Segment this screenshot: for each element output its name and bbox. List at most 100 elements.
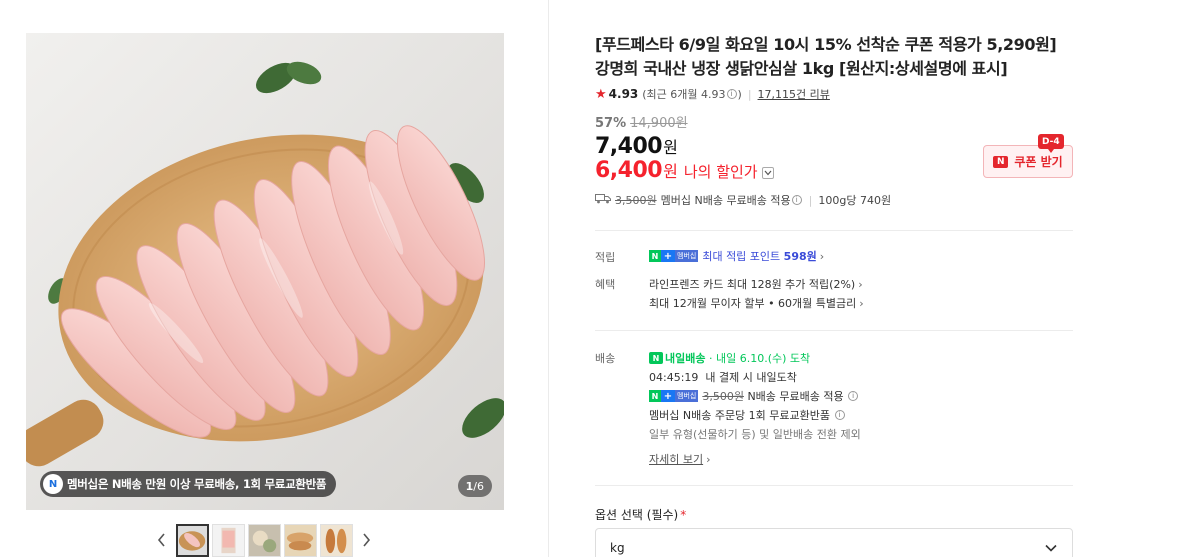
- thumbnail-image: [248, 524, 280, 556]
- points-amount: 598원: [783, 250, 817, 263]
- rating-recent-close: ): [737, 87, 742, 101]
- delivery-eta-row: N 내일배송 · 내일 6.10.(수) 도착: [649, 350, 810, 366]
- membership-promo-badge: N 멤버십은 N배송 만원 이상 무료배송, 1회 무료교환반품: [40, 471, 337, 497]
- naver-plus-logo-icon: N: [43, 474, 63, 494]
- info-icon[interactable]: i: [791, 195, 802, 205]
- sale-price-value: 7,400: [595, 134, 663, 159]
- chevron-right-icon: ›: [859, 296, 864, 310]
- my-price-unit: 원: [663, 162, 678, 181]
- delivery-countdown-row: 04:45:19 내 결제 시 내일도착: [649, 369, 797, 385]
- section-divider: [595, 230, 1073, 231]
- thumbnail-4[interactable]: [283, 523, 317, 557]
- my-price-label: 나의 할인가: [683, 163, 758, 181]
- shipping-summary: 3,500원 멤버십 N배송 무료배송 적용 i | 100g당 740원: [595, 192, 891, 208]
- delivery-fee-row: N + 멤버십 3,500원 N배송 무료배송 적용 i: [649, 388, 859, 404]
- info-icon[interactable]: i: [834, 410, 845, 420]
- return-row: 멤버십 N배송 주문당 1회 무료교환반품 i: [649, 407, 846, 423]
- main-product-image[interactable]: N 멤버십은 N배송 만원 이상 무료배송, 1회 무료교환반품 1/6: [26, 33, 504, 510]
- coupon-area: N 쿠폰 받기 D-4: [983, 134, 1073, 179]
- naver-delivery-icon: N: [649, 352, 663, 364]
- delivery-label: 배송: [595, 352, 616, 365]
- rating-row: ★ 4.93 (최근 6개월 4.93 i ) | 17,115건 리뷰: [595, 86, 830, 102]
- discount-row: 57% 14,900원: [595, 112, 688, 131]
- thumbnail-5[interactable]: [319, 523, 353, 557]
- thumbnail-next-button[interactable]: [354, 523, 378, 557]
- exclusion-row: 일부 유형(선물하기 등) 및 일반배송 전환 제외: [649, 426, 861, 442]
- chevron-right-icon: ›: [819, 249, 825, 263]
- thumbnail-2[interactable]: [211, 523, 245, 557]
- option-select[interactable]: kg: [595, 528, 1073, 557]
- chevron-right-icon: ›: [706, 452, 711, 466]
- column-divider: [548, 0, 549, 557]
- points-row[interactable]: N + 멤버십 최대 적립 포인트 598원 ›: [649, 248, 824, 264]
- image-counter: 1/6: [457, 475, 492, 497]
- card-benefit-link[interactable]: 라인프렌즈 카드 최대 128원 추가 적립(2%) ›: [649, 276, 863, 292]
- thumbnail-image: [177, 525, 207, 555]
- membership-badge-text: 멤버십: [675, 390, 699, 402]
- star-icon: ★: [595, 86, 607, 102]
- thumbnail-image: [284, 524, 316, 556]
- sale-price: 7,400 원: [595, 134, 678, 159]
- unit-price: 100g당 740원: [818, 194, 892, 207]
- chevron-right-icon: [363, 533, 371, 547]
- naver-plus-membership-badge: N + 멤버십: [649, 250, 699, 262]
- rating-recent: (최근 6개월 4.93: [642, 88, 726, 101]
- promo-text: 멤버십은 N배송 만원 이상 무료배송, 1회 무료교환반품: [67, 477, 327, 491]
- discount-percent: 57%: [595, 116, 627, 131]
- chevron-left-icon: [157, 533, 165, 547]
- my-discount-price[interactable]: 6,400 원 나의 할인가: [595, 158, 774, 183]
- section-divider: [595, 330, 1073, 331]
- delivery-more-link[interactable]: 자세히 보기 ›: [649, 451, 711, 467]
- arrival-date: · 내일 6.10.(수) 도착: [708, 352, 811, 365]
- section-divider: [595, 485, 1073, 486]
- shipping-summary-text: 멤버십 N배송 무료배송 적용: [660, 194, 791, 207]
- thumbnail-strip: [150, 523, 378, 557]
- shipping-fee-original: 3,500원: [615, 194, 657, 207]
- naver-n-icon: N: [649, 390, 661, 402]
- thumbnail-image: [320, 524, 352, 556]
- product-title: [푸드페스타 6/9일 화요일 10시 15% 선착순 쿠폰 적용가 5,290…: [595, 35, 1057, 78]
- option-label: 옵션 선택 (필수) *: [595, 506, 686, 523]
- plus-icon: +: [661, 250, 675, 262]
- exclusion-text: 일부 유형(선물하기 등) 및 일반배송 전환 제외: [649, 428, 861, 441]
- installment-benefit-link[interactable]: 최대 12개월 무이자 할부 • 60개월 특별금리 ›: [649, 295, 864, 311]
- tomorrow-delivery-badge: 내일배송: [665, 352, 706, 365]
- coupon-download-button[interactable]: N 쿠폰 받기: [983, 145, 1073, 178]
- benefits-label: 혜택: [595, 278, 616, 291]
- sale-price-unit: 원: [663, 138, 678, 157]
- option-label-text: 옵션 선택 (필수): [595, 508, 679, 522]
- chevron-right-icon: ›: [858, 277, 863, 291]
- chevron-down-icon[interactable]: [761, 167, 774, 179]
- separator: |: [747, 87, 752, 101]
- delivery-fee-original: 3,500원: [702, 390, 744, 403]
- rating-score: 4.93: [608, 87, 639, 101]
- countdown-timer: 04:45:19: [649, 370, 699, 384]
- review-count-link[interactable]: 17,115건 리뷰: [758, 86, 830, 102]
- delivery-fee-text: N배송 무료배송 적용: [747, 390, 844, 403]
- truck-icon: [595, 193, 611, 207]
- info-icon[interactable]: i: [726, 89, 737, 99]
- image-counter-total: /6: [473, 479, 484, 493]
- thumbnail-prev-button[interactable]: [150, 523, 174, 557]
- points-prefix: 최대 적립 포인트: [702, 250, 781, 263]
- naver-plus-membership-badge: N + 멤버십: [649, 390, 699, 402]
- my-price-value: 6,400: [595, 158, 663, 183]
- installment-text: 최대 12개월 무이자 할부 • 60개월 특별금리: [649, 297, 857, 310]
- coupon-dday-badge: D-4: [1038, 134, 1064, 153]
- membership-badge-text: 멤버십: [675, 250, 699, 262]
- thumbnail-image: [212, 524, 244, 556]
- required-mark: *: [680, 508, 687, 522]
- plus-icon: +: [661, 390, 675, 402]
- info-icon[interactable]: i: [848, 391, 859, 401]
- option-selected-value: kg: [610, 541, 625, 555]
- card-benefit-text: 라인프렌즈 카드 최대 128원 추가 적립(2%): [649, 278, 856, 291]
- return-text: 멤버십 N배송 주문당 1회 무료교환반품: [649, 409, 831, 422]
- coupon-label: 쿠폰 받기: [1014, 155, 1063, 169]
- image-counter-current: 1: [465, 479, 474, 493]
- naver-n-icon: N: [649, 250, 661, 262]
- points-label: 적립: [595, 251, 616, 264]
- thumbnail-3[interactable]: [247, 523, 281, 557]
- thumbnail-1[interactable]: [175, 523, 209, 557]
- naver-n-icon: N: [993, 155, 1009, 168]
- original-price: 14,900원: [630, 116, 688, 131]
